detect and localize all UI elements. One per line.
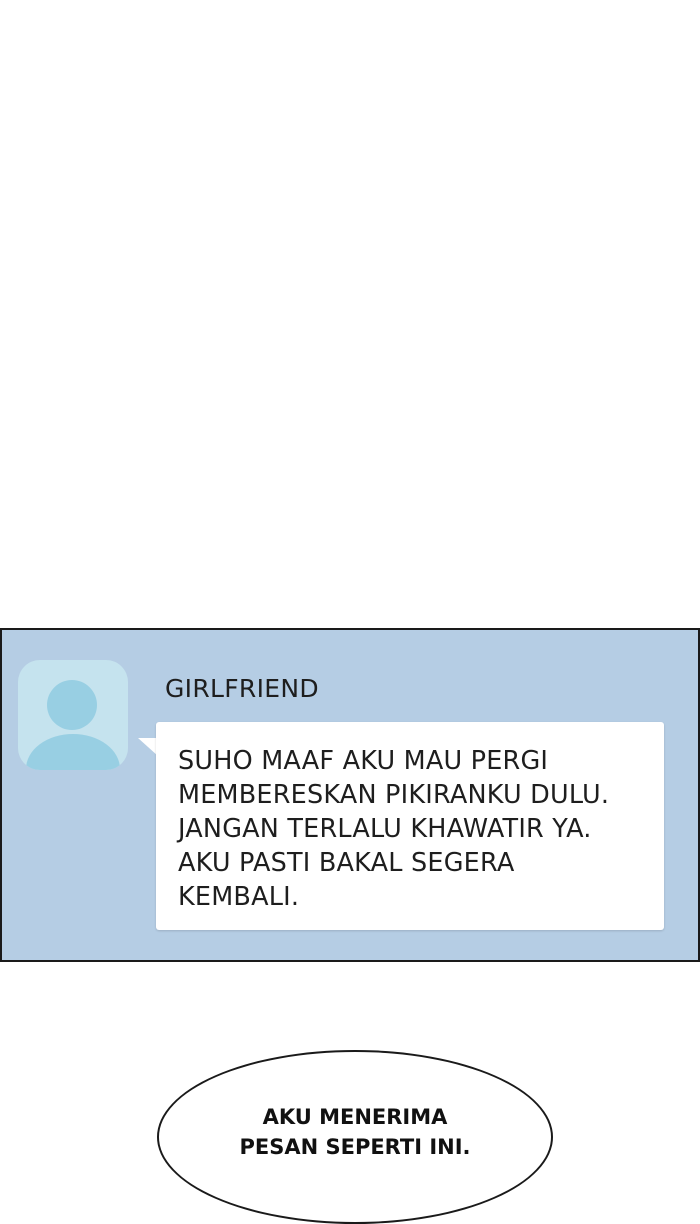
- avatar-head: [47, 680, 97, 730]
- narration-text: AKU MENERIMA PESAN SEPERTI INI.: [239, 1105, 471, 1159]
- narration-speech-bubble: AKU MENERIMA PESAN SEPERTI INI.: [157, 1050, 553, 1224]
- chat-message-panel: GIRLFRIEND SUHO MAAF AKU MAU PERGI MEMBE…: [0, 628, 700, 962]
- sender-name: GIRLFRIEND: [165, 674, 319, 703]
- message-text: SUHO MAAF AKU MAU PERGI MEMBERESKAN PIKI…: [178, 746, 610, 912]
- message-bubble-tail: [138, 738, 158, 756]
- avatar-shoulders: [26, 734, 120, 770]
- user-avatar-icon: [18, 660, 128, 770]
- message-bubble: SUHO MAAF AKU MAU PERGI MEMBERESKAN PIKI…: [156, 722, 664, 930]
